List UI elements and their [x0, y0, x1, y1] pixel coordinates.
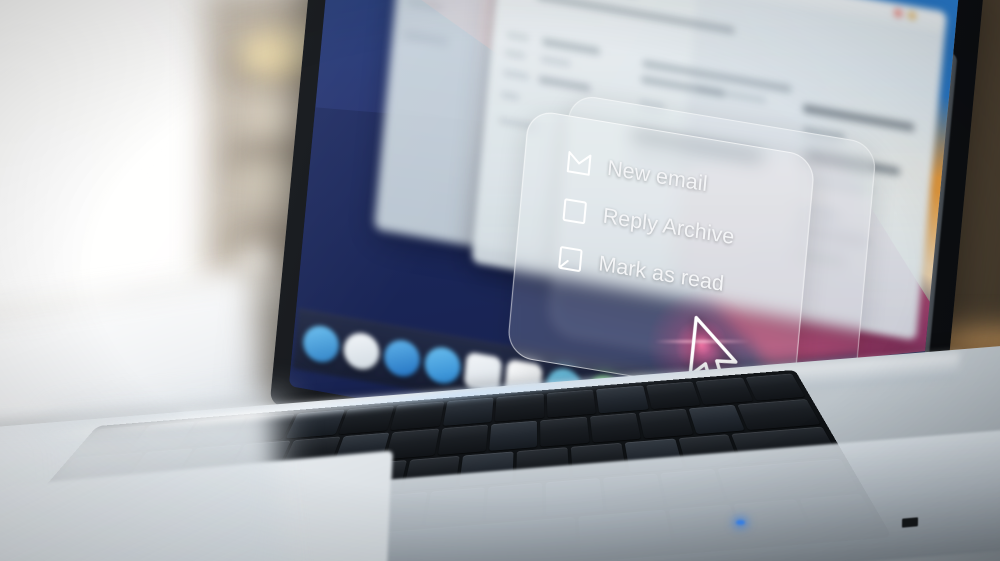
power-led	[736, 520, 745, 525]
field-value	[542, 38, 601, 56]
menu-item-label: Mark as read	[597, 251, 726, 296]
reply-archive-icon	[560, 197, 589, 226]
field-value	[540, 55, 571, 68]
dock-icon-finder[interactable]	[301, 322, 341, 365]
mark-as-read-icon	[556, 244, 585, 273]
field-label	[504, 49, 526, 60]
subject-text	[536, 0, 735, 35]
menu-item-label: New email	[606, 155, 709, 197]
dock-icon-safari[interactable]	[382, 336, 422, 379]
field-value	[538, 75, 591, 92]
panel-heading	[802, 104, 915, 132]
field-label	[506, 31, 529, 42]
dock-icon-mail[interactable]	[423, 343, 463, 387]
field-label	[503, 69, 530, 81]
screenshot-scene: New email Reply Archive Mark as read	[0, 0, 1000, 561]
laptop: New email Reply Archive Mark as read	[0, 0, 1000, 561]
usb-port	[901, 517, 919, 528]
new-email-icon	[565, 149, 594, 178]
dock-icon-launchpad[interactable]	[342, 329, 382, 372]
body-text	[642, 59, 792, 93]
body-text	[696, 85, 767, 104]
field-label	[501, 91, 520, 101]
